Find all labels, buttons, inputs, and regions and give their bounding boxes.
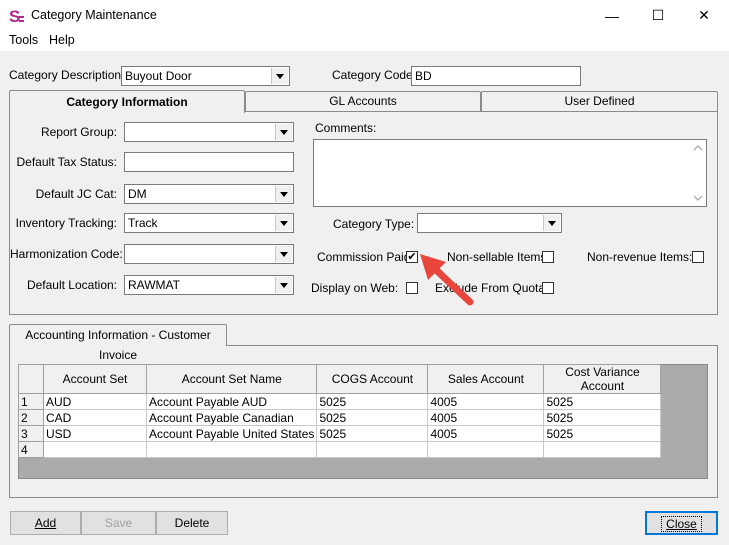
default-tax-status-input[interactable] (124, 152, 294, 172)
chevron-down-icon[interactable] (275, 124, 292, 140)
tab-user-defined[interactable]: User Defined (481, 91, 718, 112)
cell-cogs-account[interactable]: 5025 (316, 425, 429, 442)
column-header-account-set[interactable]: Account Set (43, 364, 147, 394)
window-title: Category Maintenance (31, 8, 157, 22)
column-header-sales-account[interactable]: Sales Account (427, 364, 545, 394)
table-row[interactable]: 3 USD Account Payable United States 5025… (18, 425, 662, 442)
tab-category-information[interactable]: Category Information (9, 90, 245, 113)
default-jc-cat-combo[interactable]: DM (124, 184, 294, 204)
cell-sales-account[interactable] (427, 441, 545, 458)
cell-account-set-name[interactable] (145, 441, 318, 458)
cell-cost-variance-account[interactable]: 5025 (543, 393, 662, 410)
maximize-icon: ☐ (651, 7, 665, 23)
cell-cogs-account[interactable] (316, 441, 429, 458)
row-number[interactable]: 1 (18, 393, 44, 410)
comments-scrollbar[interactable] (690, 140, 706, 206)
table-row[interactable]: 4 (18, 441, 662, 458)
delete-button[interactable]: Delete (156, 511, 228, 535)
cell-sales-account[interactable]: 4005 (427, 409, 545, 426)
non-revenue-items-checkbox[interactable] (692, 251, 704, 263)
cell-cost-variance-account[interactable] (543, 441, 662, 458)
row-number[interactable]: 2 (18, 409, 44, 426)
inventory-tracking-combo[interactable]: Track (124, 213, 294, 233)
harmonization-code-label: Harmonization Code: (10, 247, 123, 261)
menu-bar (0, 31, 729, 51)
row-header-corner (18, 364, 44, 394)
cell-account-set[interactable] (43, 441, 147, 458)
cell-sales-account[interactable]: 4005 (427, 425, 545, 442)
category-description-combo[interactable]: Buyout Door (121, 66, 290, 86)
cell-cogs-account[interactable]: 5025 (316, 393, 429, 410)
display-on-web-checkbox[interactable] (406, 282, 418, 294)
report-group-combo[interactable] (124, 122, 294, 142)
column-header-cost-variance-account[interactable]: Cost Variance Account (543, 364, 662, 394)
close-icon: ✕ (698, 7, 710, 23)
close-button[interactable]: Close (645, 511, 718, 535)
scroll-up-icon[interactable] (694, 145, 702, 151)
commission-paid-checkbox[interactable]: ✔ (406, 251, 418, 263)
cell-account-set-name[interactable]: Account Payable AUD (145, 393, 318, 410)
cell-account-set[interactable]: CAD (43, 409, 147, 426)
tab-gl-accounts[interactable]: GL Accounts (245, 91, 481, 112)
default-tax-status-label: Default Tax Status: (16, 155, 118, 169)
cell-account-set[interactable]: USD (43, 425, 147, 442)
app-logo-icon: S (9, 7, 24, 25)
display-on-web-label: Display on Web: (311, 281, 399, 295)
minimize-icon: — (605, 7, 619, 24)
exclude-from-quota-checkbox[interactable] (542, 282, 554, 294)
column-header-account-set-name[interactable]: Account Set Name (145, 364, 318, 394)
inventory-tracking-label: Inventory Tracking: (15, 216, 117, 230)
chevron-down-icon[interactable] (275, 186, 292, 202)
annotation-arrow-icon (420, 254, 474, 306)
chevron-down-icon[interactable] (271, 68, 288, 84)
save-button[interactable]: Save (81, 511, 156, 535)
default-jc-cat-label: Default JC Cat: (35, 187, 117, 201)
category-type-combo[interactable] (417, 213, 562, 233)
chevron-down-icon[interactable] (275, 277, 292, 293)
add-button[interactable]: Add (10, 511, 81, 535)
category-code-label: Category Code: (332, 68, 417, 82)
comments-textarea[interactable] (313, 139, 707, 207)
cell-account-set[interactable]: AUD (43, 393, 147, 410)
scroll-down-icon[interactable] (694, 195, 702, 201)
category-code-input[interactable]: BD (411, 66, 581, 86)
cell-cogs-account[interactable]: 5025 (316, 409, 429, 426)
default-location-label: Default Location: (26, 278, 117, 292)
svg-text:S: S (9, 7, 20, 25)
menu-help[interactable]: Help (49, 33, 75, 47)
harmonization-code-combo[interactable] (124, 244, 294, 264)
commission-paid-label: Commission Paid: (317, 250, 414, 264)
accounting-table: Account Set Account Set Name COGS Accoun… (18, 364, 662, 458)
checkmark-icon: ✔ (407, 251, 417, 263)
default-location-combo[interactable]: RAWMAT (124, 275, 294, 295)
close-window-button[interactable]: ✕ (681, 0, 727, 31)
comments-label: Comments: (315, 121, 377, 135)
non-revenue-items-label: Non-revenue Items: (587, 250, 693, 264)
category-type-label: Category Type: (333, 217, 415, 231)
cell-cost-variance-account[interactable]: 5025 (543, 425, 662, 442)
cell-account-set-name[interactable]: Account Payable Canadian (145, 409, 318, 426)
row-number[interactable]: 4 (18, 441, 44, 458)
table-row[interactable]: 2 CAD Account Payable Canadian 5025 4005… (18, 409, 662, 426)
chevron-down-icon[interactable] (275, 246, 292, 262)
tab-accounting-information[interactable]: Accounting Information - Customer Invoic… (9, 324, 227, 362)
maximize-button[interactable]: ☐ (635, 0, 681, 31)
row-number[interactable]: 3 (18, 425, 44, 442)
column-header-cogs-account[interactable]: COGS Account (316, 364, 429, 394)
report-group-label: Report Group: (40, 125, 117, 139)
chevron-down-icon[interactable] (543, 215, 560, 231)
cell-cost-variance-account[interactable]: 5025 (543, 409, 662, 426)
menu-tools[interactable]: Tools (9, 33, 38, 47)
minimize-button[interactable]: — (589, 0, 635, 31)
chevron-down-icon[interactable] (275, 215, 292, 231)
cell-account-set-name[interactable]: Account Payable United States (145, 425, 318, 442)
non-sellable-items-checkbox[interactable] (542, 251, 554, 263)
category-description-label: Category Description: (9, 68, 125, 82)
table-row[interactable]: 1 AUD Account Payable AUD 5025 4005 5025 (18, 393, 662, 410)
cell-sales-account[interactable]: 4005 (427, 393, 545, 410)
table-header-row: Account Set Account Set Name COGS Accoun… (18, 364, 662, 394)
